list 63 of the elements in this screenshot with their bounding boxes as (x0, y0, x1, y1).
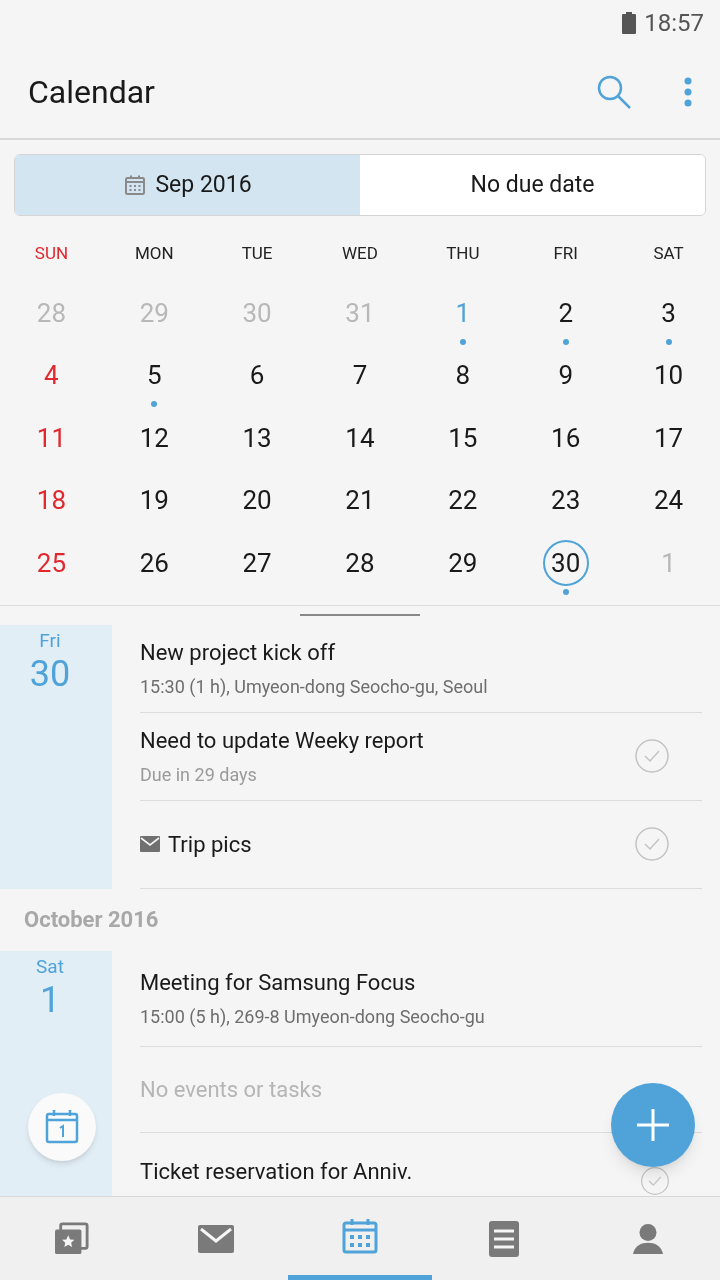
calendar-day[interactable]: 6 (205, 344, 309, 407)
item-detail: 15:00 (5 h), 269-8 Umyeon-dong Seocho-gu (140, 1005, 486, 1029)
weekday-header: SUN (33, 242, 70, 266)
app-title: Calendar (28, 71, 156, 113)
calendar-day[interactable]: 28 (308, 532, 412, 595)
calendar-day[interactable]: 19 (102, 469, 206, 532)
calendar-day[interactable]: 23 (514, 469, 618, 532)
mail-icon (140, 836, 160, 852)
calendar-icon (44, 1109, 80, 1145)
weekday-header: MON (133, 242, 175, 266)
weekday-label: Fri (39, 628, 61, 653)
calendar-day[interactable]: 24 (617, 469, 720, 532)
calendar-day[interactable]: 18 (0, 469, 103, 532)
weekday-label: Sat (36, 954, 64, 979)
search-icon[interactable] (596, 73, 632, 110)
calendar-day[interactable]: 16 (514, 407, 618, 470)
calendar-day[interactable]: 5 (102, 344, 206, 407)
calendar-day[interactable]: 10 (617, 344, 720, 407)
calendar-day[interactable]: 21 (308, 469, 412, 532)
weekday-header: WED (341, 242, 379, 266)
weekday-header: TUE (240, 242, 274, 266)
item-title: Meeting for Samsung Focus (140, 969, 416, 997)
view-tab[interactable]: Sep 2016 (15, 155, 360, 215)
calendar-day[interactable]: 14 (308, 407, 412, 470)
plus-icon (635, 1107, 671, 1143)
weekday-header: THU (445, 242, 481, 266)
calendar-day[interactable]: 22 (411, 469, 515, 532)
calendar-day[interactable]: 15 (411, 407, 515, 470)
calendar-day[interactable]: 9 (514, 344, 618, 407)
battery-icon (622, 11, 637, 34)
calendar-day[interactable]: 8 (411, 344, 515, 407)
weekday-header: FRI (552, 242, 579, 266)
more-options-icon[interactable] (684, 76, 692, 107)
item-title: Ticket reservation for Anniv. (140, 1157, 413, 1186)
item-detail: 15:30 (1 h), Umyeon-dong Seocho-gu, Seoul (140, 675, 489, 699)
weekday-header: SAT (652, 242, 685, 266)
calendar-day[interactable]: 4 (0, 344, 103, 407)
empty-message: No events or tasks (140, 1075, 323, 1104)
calendar-day[interactable]: 25 (0, 532, 103, 595)
calendar-day[interactable]: 11 (0, 407, 103, 470)
item-title: New project kick off (140, 639, 336, 667)
date-number: 30 (29, 652, 71, 698)
calendar-day[interactable]: 17 (617, 407, 720, 470)
calendar-icon (123, 173, 148, 197)
item-title: Trip pics (168, 830, 252, 859)
item-detail: Due in 29 days (140, 763, 258, 787)
calendar-day[interactable]: 29 (411, 532, 515, 595)
calendar-day[interactable]: 12 (102, 407, 206, 470)
complete-checkbox[interactable] (640, 1165, 670, 1196)
status-time: 18:57 (644, 7, 704, 39)
complete-checkbox[interactable] (634, 738, 670, 774)
calendar-day[interactable]: 13 (205, 407, 309, 470)
calendar-day[interactable]: 3 (617, 282, 720, 345)
calendar-day[interactable]: 27 (205, 532, 309, 595)
calendar-day[interactable]: 2 (514, 282, 618, 345)
calendar-day[interactable]: 30 (514, 532, 618, 595)
calendar-day[interactable]: 20 (205, 469, 309, 532)
calendar-day[interactable]: 7 (308, 344, 412, 407)
complete-checkbox[interactable] (634, 826, 670, 862)
date-number: 1 (39, 978, 61, 1024)
item-title: Need to update Weeky report (140, 727, 424, 755)
month-header: October 2016 (24, 906, 159, 934)
calendar-day[interactable]: 26 (102, 532, 206, 595)
